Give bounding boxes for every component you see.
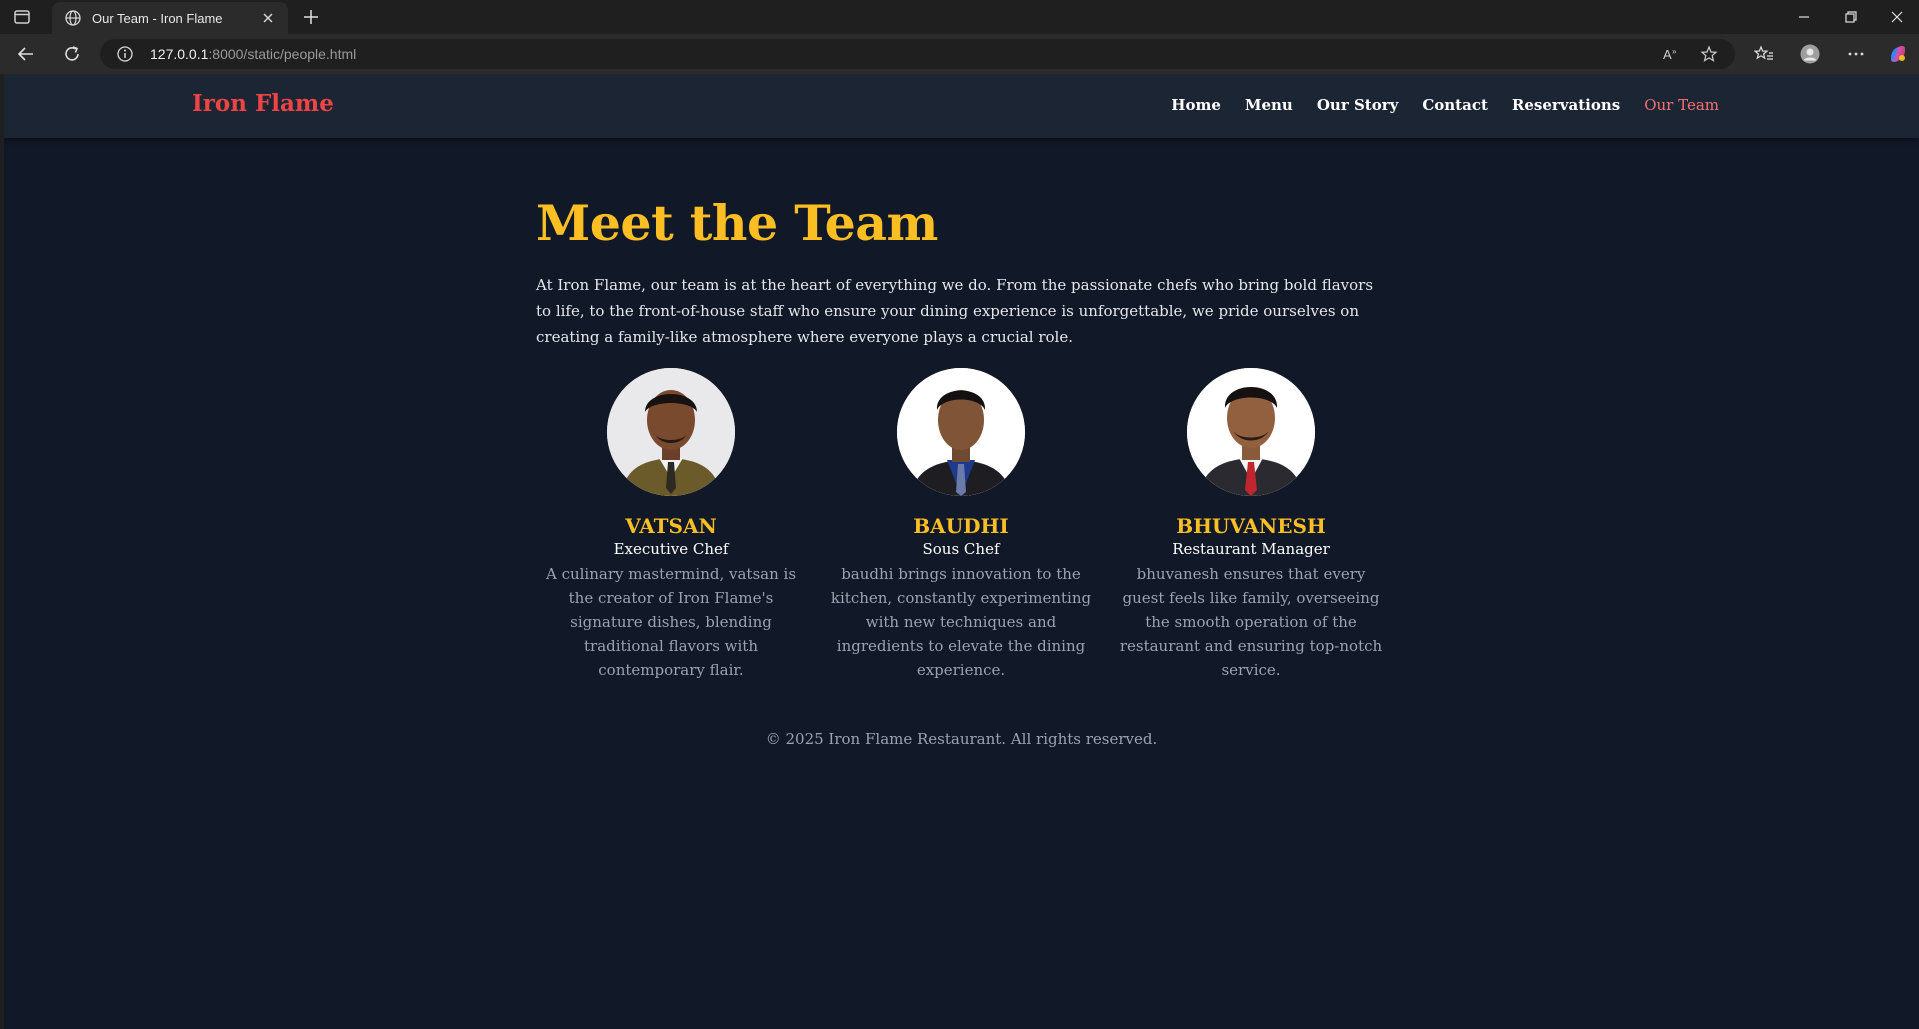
member-name: VATSAN — [625, 514, 717, 538]
intro-paragraph: At Iron Flame, our team is at the heart … — [536, 276, 1374, 346]
favorite-star-icon[interactable] — [1700, 45, 1718, 63]
member-name: BHUVANESH — [1176, 514, 1326, 538]
site-footer: © 2025 Iron Flame Restaurant. All rights… — [765, 730, 1158, 748]
page-title: Meet the Team — [536, 194, 938, 252]
browser-tab-bar: Our Team - Iron Flame — [0, 0, 1919, 34]
favorites-icon[interactable] — [1754, 44, 1774, 64]
member-role: Executive Chef — [613, 540, 729, 558]
main-nav: Home Menu Our Story Contact Reservations… — [1171, 96, 1719, 114]
site-logo[interactable]: Iron Flame — [192, 90, 334, 117]
member-role: Sous Chef — [922, 540, 1000, 558]
globe-icon — [65, 10, 81, 26]
copilot-icon[interactable] — [1888, 44, 1908, 64]
main-content: Meet the Team At Iron Flame, our team is… — [536, 194, 1386, 682]
minimize-icon[interactable] — [1797, 10, 1811, 24]
member-photo — [607, 368, 735, 496]
nav-our-team[interactable]: Our Team — [1644, 96, 1719, 114]
team-member-card: BAUDHI Sous Chef baudhi brings innovatio… — [826, 368, 1096, 682]
member-description: baudhi brings innovation to the kitchen,… — [830, 565, 1092, 679]
profile-avatar-icon[interactable] — [1800, 44, 1820, 64]
close-tab-icon[interactable] — [260, 10, 276, 26]
member-description: bhuvanesh ensures that every guest feels… — [1119, 565, 1383, 679]
more-options-icon[interactable] — [1846, 44, 1866, 64]
url-text: 127.0.0.1:8000/static/people.html — [150, 46, 357, 62]
new-tab-icon[interactable] — [302, 8, 320, 26]
team-member-card: VATSAN Executive Chef A culinary masterm… — [536, 368, 806, 682]
site-info-icon[interactable] — [116, 45, 134, 63]
browser-tab[interactable]: Our Team - Iron Flame — [52, 2, 288, 34]
member-role: Restaurant Manager — [1172, 540, 1330, 558]
reload-icon[interactable] — [62, 44, 82, 64]
read-aloud-icon[interactable]: A» — [1662, 45, 1680, 63]
close-window-icon[interactable] — [1890, 10, 1904, 24]
tab-title: Our Team - Iron Flame — [92, 10, 223, 26]
member-photo — [897, 368, 1025, 496]
restore-icon[interactable] — [1844, 10, 1858, 24]
address-bar[interactable]: 127.0.0.1:8000/static/people.html A» — [100, 39, 1735, 69]
nav-contact[interactable]: Contact — [1422, 96, 1488, 114]
nav-menu[interactable]: Menu — [1245, 96, 1293, 114]
member-name: BAUDHI — [913, 514, 1009, 538]
svg-text:A: A — [1663, 47, 1672, 62]
page-viewport: Iron Flame Home Menu Our Story Contact R… — [4, 74, 1919, 1029]
member-photo — [1187, 368, 1315, 496]
nav-home[interactable]: Home — [1171, 96, 1221, 114]
nav-reservations[interactable]: Reservations — [1512, 96, 1620, 114]
team-member-card: BHUVANESH Restaurant Manager bhuvanesh e… — [1116, 368, 1386, 682]
team-grid: VATSAN Executive Chef A culinary masterm… — [536, 368, 1386, 682]
site-header: Iron Flame Home Menu Our Story Contact R… — [4, 74, 1919, 138]
member-description: A culinary mastermind, vatsan is the cre… — [545, 565, 797, 679]
back-icon[interactable] — [16, 44, 36, 64]
svg-text:»: » — [1672, 47, 1677, 56]
tab-actions-icon[interactable] — [12, 8, 32, 26]
browser-toolbar: 127.0.0.1:8000/static/people.html A» — [0, 34, 1919, 74]
nav-our-story[interactable]: Our Story — [1317, 96, 1398, 114]
